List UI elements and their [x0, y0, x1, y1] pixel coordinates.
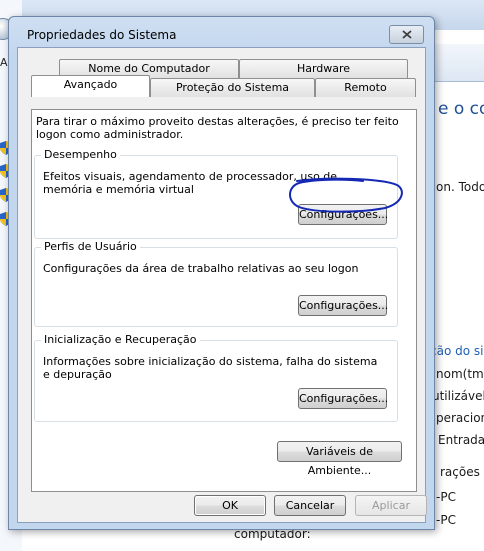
dialog-title: Propriedades do Sistema: [27, 28, 177, 42]
group-description: Configurações da área de trabalho relati…: [43, 262, 359, 275]
cancel-button[interactable]: Cancelar: [274, 495, 346, 516]
startup-recovery-settings-button[interactable]: Configurações...: [298, 388, 388, 409]
group-legend: Perfis de Usuário: [41, 240, 140, 253]
admin-notice-text: Para tirar o máximo proveito destas alte…: [36, 115, 399, 141]
background-text: rações de: [440, 465, 484, 479]
group-description: Informações sobre inicialização do siste…: [43, 355, 378, 381]
tab-panel-avancado: Para tirar o máximo proveito destas alte…: [31, 109, 417, 492]
background-heading: e o com: [438, 99, 484, 119]
background-section-link[interactable]: ção do sis: [430, 344, 484, 358]
background-text: on. Todos: [436, 180, 484, 194]
system-properties-dialog: Propriedades do Sistema Nome do Computad…: [8, 16, 435, 530]
background-text: Entrada a: [438, 433, 484, 447]
performance-settings-button[interactable]: Configurações...: [298, 204, 388, 225]
group-perfis-de-usuario: Perfis de Usuário Configurações da área …: [34, 240, 398, 327]
apply-button: Aplicar: [355, 495, 427, 516]
group-description: Efeitos visuais, agendamento de processa…: [43, 170, 338, 196]
group-legend: Desempenho: [41, 148, 120, 161]
background-text: -PC: [436, 490, 456, 504]
dialog-client-area: Nome do Computador Hardware Avançado Pro…: [17, 47, 427, 523]
close-button[interactable]: [389, 25, 424, 44]
tab-protecao-do-sistema[interactable]: Proteção do Sistema: [150, 78, 315, 97]
user-profiles-settings-button[interactable]: Configurações...: [298, 295, 388, 316]
tab-remoto[interactable]: Remoto: [315, 78, 416, 97]
tab-hardware[interactable]: Hardware: [239, 59, 408, 78]
group-legend: Inicialização e Recuperação: [41, 333, 200, 346]
close-icon: [402, 30, 412, 39]
environment-variables-button[interactable]: Variáveis de Ambiente...: [277, 441, 402, 477]
background-text: peracional: [436, 411, 484, 425]
background-text: nom(tm): [436, 367, 484, 381]
group-inicializacao-e-recuperacao: Inicialização e Recuperação Informações …: [34, 333, 398, 422]
group-desempenho: Desempenho Efeitos visuais, agendamento …: [34, 148, 398, 239]
ok-button[interactable]: OK: [194, 495, 266, 516]
tab-avancado[interactable]: Avançado: [31, 75, 150, 97]
background-text: utilizável: 3: [432, 389, 484, 403]
